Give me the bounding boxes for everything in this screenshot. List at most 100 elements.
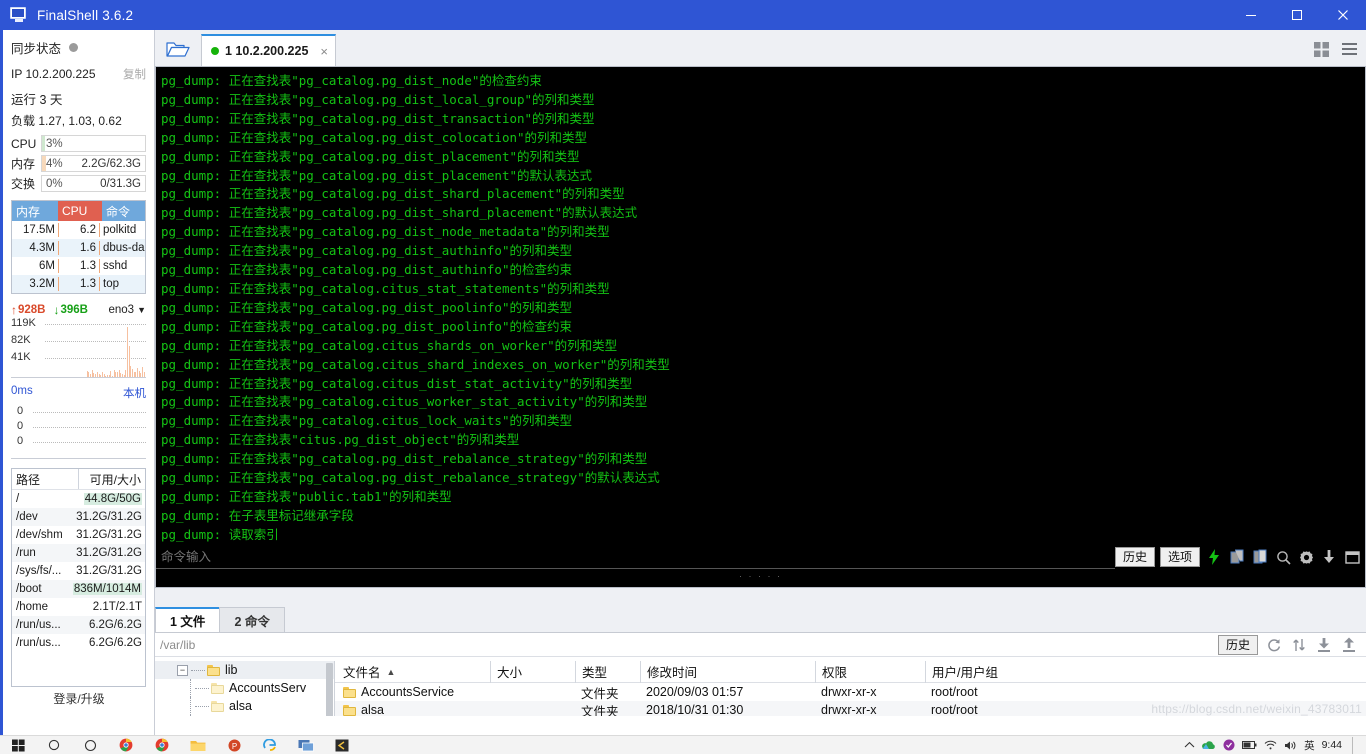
disk-row[interactable]: /run 31.2G/31.2G [12, 544, 145, 562]
login-upgrade-link[interactable]: 登录/升级 [3, 690, 155, 707]
show-hidden-icons[interactable] [1184, 741, 1195, 749]
minimize-button[interactable] [1228, 0, 1274, 30]
terminal-line: pg_dump: 正在查找表"pg_catalog.pg_dist_shard_… [161, 186, 625, 202]
copy-session-icon[interactable] [1228, 548, 1246, 566]
file-col-header[interactable]: 用户/用户组 [925, 661, 1366, 683]
splitter-handle[interactable]: · · · · · [739, 571, 782, 581]
process-row[interactable]: 17.5M 6.2 polkitd [12, 221, 145, 239]
disk-row[interactable]: /dev/shm 31.2G/31.2G [12, 526, 145, 544]
close-button[interactable] [1320, 0, 1366, 30]
file-col-header[interactable]: 文件名 ▲ [335, 661, 490, 683]
upload-icon[interactable] [1340, 636, 1358, 654]
path-input[interactable] [155, 633, 1214, 656]
network-interface-select[interactable]: eno3 ▼ [108, 304, 146, 316]
search-icon[interactable] [1274, 548, 1292, 566]
disk-row[interactable]: /run/us... 6.2G/6.2G [12, 634, 145, 652]
tree-node[interactable]: alternatives [155, 715, 334, 716]
tree-node[interactable]: AccountsServ [155, 679, 334, 697]
cortana-icon[interactable] [72, 736, 108, 754]
show-desktop-button[interactable] [1352, 736, 1360, 754]
editor-icon[interactable] [324, 736, 360, 754]
terminal-output[interactable]: pg_dump: 正在查找表"pg_catalog.pg_dist_node"的… [155, 66, 1366, 588]
window-body: 同步状态 IP 10.2.200.225 复制 运行 3 天 负载 1.27, … [0, 30, 1366, 735]
latency-host-label[interactable]: 本机 [123, 385, 146, 401]
meter-交换: 交换 0% 0/31.3G [11, 175, 146, 192]
battery-icon[interactable] [1242, 740, 1257, 750]
file-col-header[interactable]: 类型 [575, 661, 640, 683]
file-row[interactable]: AccountsService 文件夹 2020/09/03 01:57 drwxr-… [335, 683, 1366, 701]
disk-size: 2.1T/2.1T [92, 601, 142, 613]
disk-row[interactable]: /run/us... 6.2G/6.2G [12, 616, 145, 634]
disk-row[interactable]: /sys/fs/... 31.2G/31.2G [12, 562, 145, 580]
powerpoint-icon[interactable]: P [216, 736, 252, 754]
close-tab-icon[interactable]: × [320, 44, 328, 59]
process-row[interactable]: 6M 1.3 sshd [12, 257, 145, 275]
session-tab[interactable]: 1 10.2.200.225 × [201, 34, 337, 66]
file-list[interactable]: 文件名 ▲ 大小 类型 修改时间 权限 用户/用户组 AccountsService 文件夹 2… [335, 661, 1366, 716]
disk-size: 31.2G/31.2G [76, 547, 142, 559]
meter-percent: 4% [46, 157, 63, 170]
chrome-icon-2[interactable] [144, 736, 180, 754]
disk-col-path[interactable]: 路径 [12, 469, 78, 489]
hamburger-menu-icon[interactable] [1338, 38, 1360, 60]
open-folder-icon[interactable] [155, 32, 201, 66]
file-col-header[interactable]: 权限 [815, 661, 925, 683]
file-history-button[interactable]: 历史 [1217, 634, 1258, 655]
process-col-cpu[interactable]: CPU [58, 201, 102, 221]
gear-icon[interactable] [1297, 548, 1315, 566]
disk-path: / [16, 493, 20, 505]
bottom-tab[interactable]: 1 文件 [155, 607, 221, 632]
command-input[interactable] [156, 545, 1115, 569]
process-row[interactable]: 4.3M 1.6 dbus-dae. [12, 239, 145, 257]
file-mtime: 2020/09/03 01:57 [646, 685, 744, 699]
remote-desktop-icon[interactable] [288, 736, 324, 754]
refresh-icon[interactable] [1265, 636, 1283, 654]
onedrive-icon[interactable] [1202, 740, 1216, 750]
process-row[interactable]: 3.2M 1.3 top [12, 275, 145, 293]
disk-col-size[interactable]: 可用/大小 [78, 469, 145, 489]
tree-node[interactable]: − lib [155, 661, 334, 679]
terminal-line: pg_dump: 正在查找表"pg_catalog.pg_dist_node_m… [161, 224, 610, 240]
edge-icon[interactable] [252, 736, 288, 754]
terminal-line: pg_dump: 正在查找表"pg_catalog.pg_dist_placem… [161, 148, 580, 164]
file-row[interactable]: alsa 文件夹 2018/10/31 01:30 drwxr-xr-x root/ro… [335, 701, 1366, 716]
file-col-header[interactable]: 大小 [490, 661, 575, 683]
download-icon[interactable] [1315, 636, 1333, 654]
download-icon[interactable] [1320, 548, 1338, 566]
wifi-icon[interactable] [1264, 740, 1277, 750]
grid-view-icon[interactable] [1310, 38, 1332, 60]
disk-row[interactable]: /dev 31.2G/31.2G [12, 508, 145, 526]
volume-icon[interactable] [1284, 740, 1297, 751]
security-icon[interactable] [1223, 739, 1235, 751]
lightning-icon[interactable] [1205, 548, 1223, 566]
maximize-button[interactable] [1274, 0, 1320, 30]
search-icon[interactable] [36, 736, 72, 754]
terminal-line: pg_dump: 正在查找表"pg_catalog.citus_stat_sta… [161, 280, 610, 296]
directory-tree[interactable]: −libAccountsServalsaalternativesauthconf… [155, 661, 335, 716]
terminal-line: pg_dump: 正在查找表"pg_catalog.citus_lock_wai… [161, 413, 572, 429]
process-col-cmd[interactable]: 命令 [102, 201, 145, 221]
terminal-line: pg_dump: 正在查找表"pg_catalog.pg_dist_authin… [161, 262, 572, 278]
disk-row[interactable]: / 44.8G/50G [12, 490, 145, 508]
disk-row[interactable]: /home 2.1T/2.1T [12, 598, 145, 616]
bottom-tab[interactable]: 2 命令 [219, 607, 285, 632]
window-icon[interactable] [1343, 548, 1361, 566]
windows-start-icon[interactable] [0, 736, 36, 754]
tree-scrollbar[interactable] [326, 663, 333, 716]
tree-expand-toggle[interactable]: − [177, 664, 188, 676]
ime-indicator[interactable]: 英 [1304, 738, 1315, 753]
disk-row[interactable]: /boot 836M/1014M [12, 580, 145, 598]
chrome-icon[interactable] [108, 736, 144, 754]
taskbar-clock[interactable]: 9:44 [1322, 739, 1342, 751]
file-col-header[interactable]: 修改时间 [640, 661, 815, 683]
process-mem: 3.2M [29, 278, 55, 290]
options-button[interactable]: 选项 [1159, 547, 1200, 567]
file-explorer-icon[interactable] [180, 736, 216, 754]
copy-ip-button[interactable]: 复制 [123, 66, 146, 82]
process-col-mem[interactable]: 内存 [12, 201, 58, 221]
history-button[interactable]: 历史 [1114, 547, 1155, 567]
sort-icon[interactable] [1290, 636, 1308, 654]
tree-node[interactable]: alsa [155, 697, 334, 715]
paste-icon[interactable] [1251, 548, 1269, 566]
meter-label: 交换 [11, 177, 36, 191]
